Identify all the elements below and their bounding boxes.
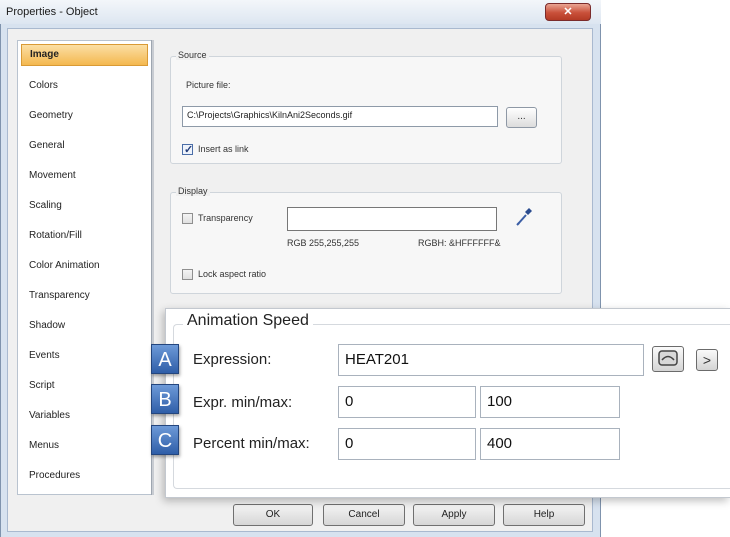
nav-item-variables[interactable]: Variables bbox=[21, 405, 148, 427]
category-list: Image Colors Geometry General Movement S… bbox=[17, 40, 152, 495]
nav-item-events[interactable]: Events bbox=[21, 345, 148, 367]
nav-item-image[interactable]: Image bbox=[21, 44, 148, 66]
animation-speed-legend: Animation Speed bbox=[183, 312, 313, 330]
nav-item-menus[interactable]: Menus bbox=[21, 435, 148, 457]
source-legend: Source bbox=[176, 50, 209, 60]
nav-item-movement[interactable]: Movement bbox=[21, 165, 148, 187]
picture-file-input[interactable]: C:\Projects\Graphics\KilnAni2Seconds.gif bbox=[182, 106, 498, 127]
nav-item-script[interactable]: Script bbox=[21, 375, 148, 397]
transparency-label: Transparency bbox=[198, 213, 253, 223]
expr-minmax-label: Expr. min/max: bbox=[193, 394, 293, 411]
callout-badge-a: A bbox=[151, 344, 179, 374]
expression-label: Expression: bbox=[193, 351, 272, 368]
expression-builder-button[interactable] bbox=[652, 346, 684, 372]
lock-aspect-checkbox[interactable] bbox=[182, 269, 193, 280]
expr-min-input[interactable]: 0 bbox=[338, 386, 476, 418]
cancel-button[interactable]: Cancel bbox=[323, 504, 405, 526]
percent-min-input[interactable]: 0 bbox=[338, 428, 476, 460]
percent-max-input[interactable]: 400 bbox=[480, 428, 620, 460]
close-button[interactable]: ✕ bbox=[545, 3, 591, 21]
expression-more-button[interactable]: > bbox=[696, 349, 718, 371]
expr-max-input[interactable]: 100 bbox=[480, 386, 620, 418]
insert-as-link-checkbox[interactable] bbox=[182, 143, 193, 156]
nav-item-colors[interactable]: Colors bbox=[21, 75, 148, 97]
tag-browser-icon bbox=[658, 350, 678, 366]
nav-item-shadow[interactable]: Shadow bbox=[21, 315, 148, 337]
expression-input[interactable]: HEAT201 bbox=[338, 344, 644, 376]
animation-speed-zoom-panel: Animation Speed Expression: HEAT201 > Ex… bbox=[165, 308, 730, 498]
nav-item-geometry[interactable]: Geometry bbox=[21, 105, 148, 127]
picture-file-label: Picture file: bbox=[186, 80, 231, 90]
nav-item-transparency[interactable]: Transparency bbox=[21, 285, 148, 307]
callout-badge-c: C bbox=[151, 425, 179, 455]
transparency-color-swatch[interactable] bbox=[287, 207, 497, 231]
nav-item-rotation-fill[interactable]: Rotation/Fill bbox=[21, 225, 148, 247]
eyedropper-icon[interactable] bbox=[514, 206, 534, 228]
browse-button[interactable]: ... bbox=[506, 107, 537, 128]
nav-item-general[interactable]: General bbox=[21, 135, 148, 157]
nav-item-color-animation[interactable]: Color Animation bbox=[21, 255, 148, 277]
percent-minmax-label: Percent min/max: bbox=[193, 435, 310, 452]
rgb-value-text: RGB 255,255,255 bbox=[287, 238, 360, 248]
ok-button[interactable]: OK bbox=[233, 504, 313, 526]
rgbh-value-text: RGBH: &HFFFFFF& bbox=[418, 238, 501, 248]
nav-item-procedures[interactable]: Procedures bbox=[21, 465, 148, 487]
insert-as-link-label: Insert as link bbox=[198, 144, 249, 154]
lock-aspect-label: Lock aspect ratio bbox=[198, 269, 267, 279]
transparency-checkbox[interactable] bbox=[182, 213, 193, 224]
display-legend: Display bbox=[176, 186, 210, 196]
callout-badge-b: B bbox=[151, 384, 179, 414]
nav-item-scaling[interactable]: Scaling bbox=[21, 195, 148, 217]
apply-button[interactable]: Apply bbox=[413, 504, 495, 526]
help-button[interactable]: Help bbox=[503, 504, 585, 526]
window-title: Properties - Object bbox=[6, 6, 98, 18]
